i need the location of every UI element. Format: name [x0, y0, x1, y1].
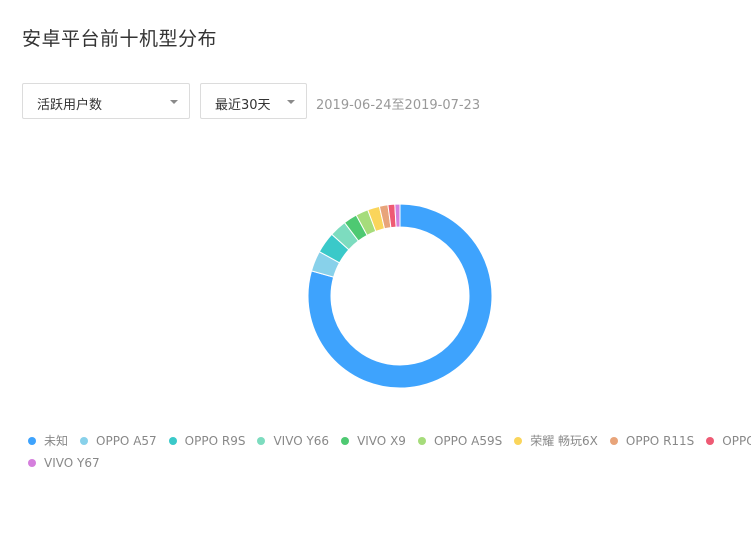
legend-label: VIVO Y66 — [273, 433, 330, 448]
legend-dot-icon — [417, 436, 426, 445]
legend-label: 荣耀 畅玩6X — [530, 434, 598, 448]
legend-dot-icon — [168, 436, 177, 445]
legend-item[interactable]: OPPO A57 — [80, 434, 157, 448]
legend-label: OPPO A57 — [96, 433, 157, 448]
legend-item[interactable]: VIVO X9 — [341, 434, 406, 448]
legend-dot-icon — [80, 436, 89, 445]
legend-item[interactable]: 未知 — [28, 432, 68, 449]
legend-dot-icon — [28, 436, 36, 445]
legend-item[interactable]: OPPO — [706, 434, 751, 448]
legend-label: VIVO X9 — [357, 433, 406, 448]
pie-slice-9[interactable] — [394, 203, 401, 228]
legend-row: 未知 OPPO A57 OPPO R9S VIVO Y66 VIVO X9 OPPO A5… — [28, 433, 751, 448]
legend-label: VIVO Y67 — [44, 455, 100, 470]
legend-item[interactable]: VIVO Y67 — [28, 456, 100, 470]
legend-dot-icon — [706, 436, 715, 445]
legend-label: OPPO A59S — [433, 433, 503, 448]
legend-item[interactable]: OPPO R11S — [609, 433, 695, 448]
legend-item[interactable]: OPPO R9S — [168, 433, 246, 448]
legend-label: 未知 — [44, 434, 69, 448]
chart-legend: 未知 OPPO A57 OPPO R9S VIVO Y66 VIVO X9 OPPO A5… — [28, 433, 751, 477]
legend-dot-icon — [341, 436, 350, 445]
legend-label: OPPO R11S — [625, 433, 695, 448]
legend-item[interactable]: VIVO Y66 — [257, 434, 329, 448]
legend-row: VIVO Y67 — [28, 455, 751, 470]
legend-dot-icon — [257, 436, 266, 445]
legend-item[interactable]: 荣耀 畅玩6X — [514, 432, 598, 449]
legend-label: OPPO — [722, 433, 751, 448]
legend-label: OPPO R9S — [184, 433, 246, 448]
legend-dot-icon — [28, 458, 36, 467]
legend-item[interactable]: OPPO A59S — [417, 433, 503, 448]
legend-dot-icon — [609, 436, 618, 445]
legend-dot-icon — [514, 436, 523, 445]
